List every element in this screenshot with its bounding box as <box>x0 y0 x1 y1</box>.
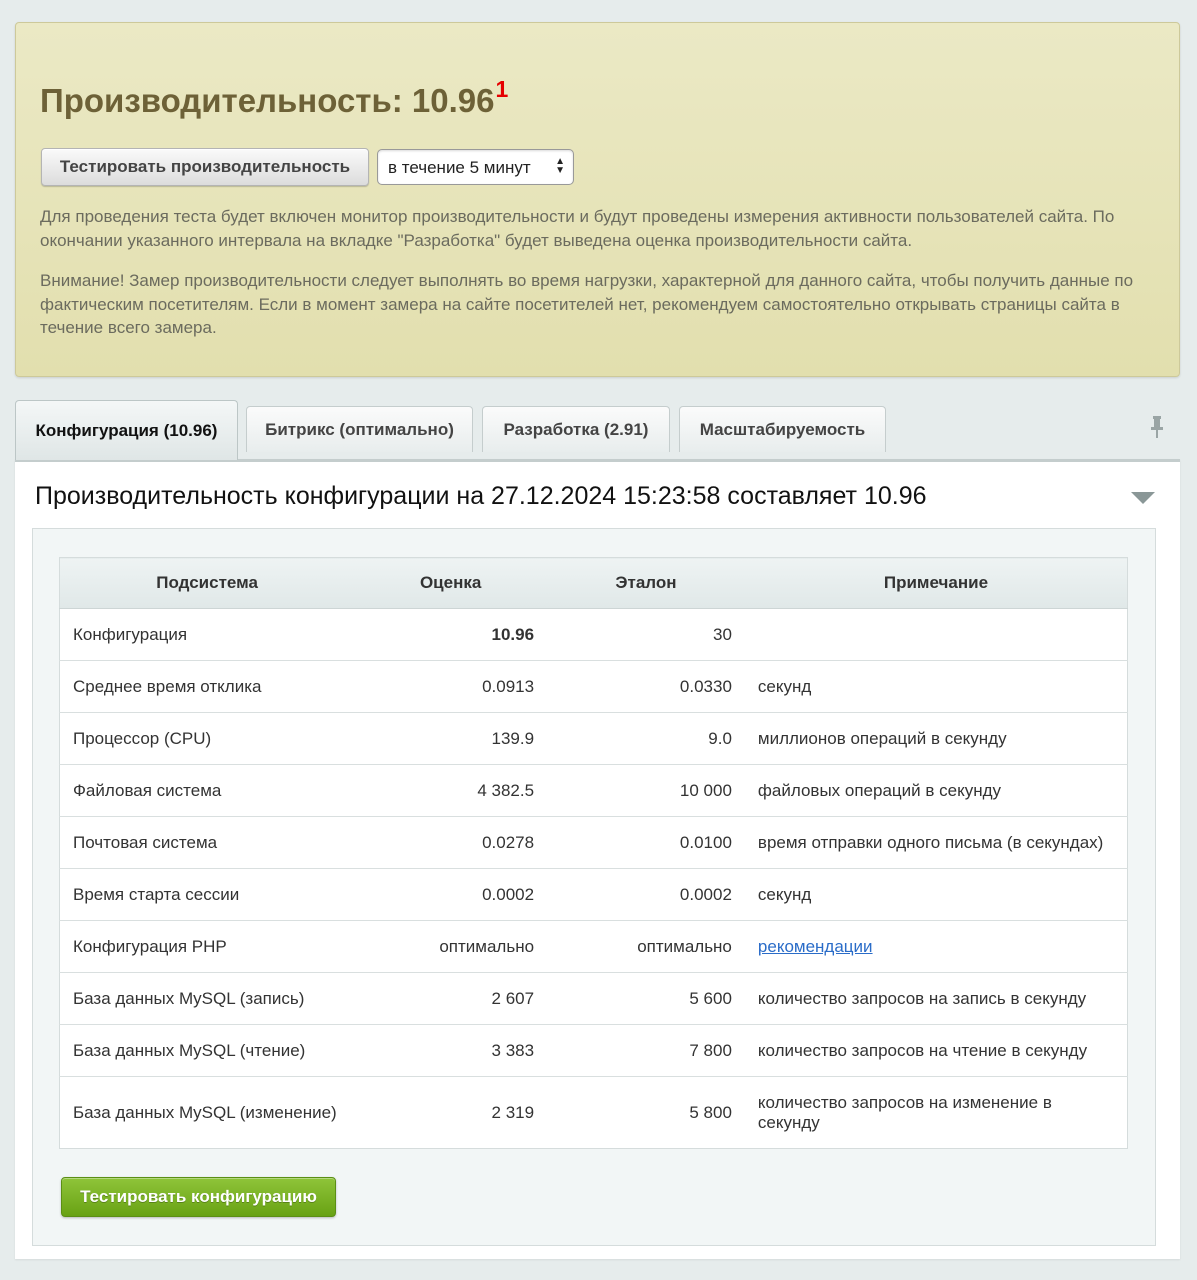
cell-subsystem: Конфигурация <box>59 608 355 661</box>
cell-score: 0.0913 <box>354 660 548 713</box>
tab-scalability[interactable]: Масштабируемость <box>679 406 886 452</box>
cell-subsystem: Почтовая система <box>59 816 355 869</box>
cell-subsystem: База данных MySQL (чтение) <box>59 1024 355 1077</box>
tab-bitrix[interactable]: Битрикс (оптимально) <box>246 406 473 452</box>
test-configuration-button[interactable]: Тестировать конфигурацию <box>61 1177 336 1217</box>
cell-score: 3 383 <box>354 1024 548 1077</box>
cell-score: 0.0002 <box>354 868 548 921</box>
chevron-down-icon[interactable] <box>1131 491 1155 509</box>
cell-note: количество запросов на запись в секунду <box>744 972 1128 1025</box>
performance-title-text: Производительность: 10.96 <box>40 82 495 119</box>
results-box: Подсистема Оценка Эталон Примечание Конф… <box>32 528 1156 1246</box>
cell-score: 0.0278 <box>354 816 548 869</box>
select-arrows-icon: ▲ ▼ <box>555 156 565 176</box>
content-panel: Производительность конфигурации на 27.12… <box>15 459 1180 1259</box>
cell-score: 2 607 <box>354 972 548 1025</box>
cell-note: количество запросов на изменение в секун… <box>757 1092 1052 1132</box>
cell-subsystem: Время старта сессии <box>59 868 355 921</box>
cell-subsystem: Файловая система <box>59 764 355 817</box>
table-row: База данных MySQL (запись) 2 607 5 600 к… <box>59 972 1128 1025</box>
cell-subsystem: Среднее время отклика <box>59 660 355 713</box>
cell-subsystem: База данных MySQL (запись) <box>59 972 355 1025</box>
cell-reference: 0.0002 <box>547 868 745 921</box>
cell-reference: 5 800 <box>689 1102 732 1122</box>
cell-reference: оптимально <box>547 920 745 973</box>
cell-subsystem: База данных MySQL (изменение) <box>73 1102 337 1122</box>
tab-development[interactable]: Разработка (2.91) <box>482 406 670 452</box>
cell-subsystem: Процессор (CPU) <box>59 712 355 765</box>
cell-note: файловых операций в секунду <box>744 764 1128 817</box>
cell-note: рекомендации <box>744 920 1128 973</box>
cell-score: 2 319 <box>491 1102 535 1122</box>
table-row: База данных MySQL (чтение) 3 383 7 800 к… <box>59 1024 1128 1077</box>
header-reference: Эталон <box>547 557 745 609</box>
header-note: Примечание <box>744 557 1128 609</box>
test-warning: Внимание! Замер производительности следу… <box>40 271 1134 337</box>
table-row: Время старта сессии 0.0002 0.0002 секунд <box>59 868 1128 921</box>
cell-reference: 5 600 <box>547 972 745 1025</box>
cell-note: количество запросов на чтение в секунду <box>744 1024 1128 1077</box>
cell-score: 10.96 <box>354 608 548 661</box>
cell-note: миллионов операций в секунду <box>744 712 1128 765</box>
table-row: База данных MySQL (изменение) 2 319 5 80… <box>60 1077 1128 1149</box>
performance-panel: Производительность: 10.961 Тестировать п… <box>15 22 1180 377</box>
cell-note: время отправки одного письма (в секундах… <box>744 816 1128 869</box>
cell-reference: 30 <box>547 608 745 661</box>
cell-score: оптимально <box>354 920 548 973</box>
table-row: Файловая система 4 382.5 10 000 файловых… <box>59 764 1128 817</box>
cell-reference: 9.0 <box>547 712 745 765</box>
table-row: Почтовая система 0.0278 0.0100 время отп… <box>59 816 1128 869</box>
cell-reference: 0.0100 <box>547 816 745 869</box>
recommendations-link[interactable]: рекомендации <box>758 937 873 956</box>
table-row: Конфигурация 10.96 30 <box>59 608 1128 661</box>
performance-title: Производительность: 10.961 <box>40 76 509 120</box>
tab-configuration[interactable]: Конфигурация (10.96) <box>15 400 238 460</box>
header-score: Оценка <box>354 557 548 609</box>
cell-note: секунд <box>744 868 1128 921</box>
cell-note: секунд <box>744 660 1128 713</box>
test-performance-button[interactable]: Тестировать производительность <box>41 148 369 186</box>
cell-score: 139.9 <box>354 712 548 765</box>
table-row: Процессор (CPU) 139.9 9.0 миллионов опер… <box>59 712 1128 765</box>
table-header-row: Подсистема Оценка Эталон Примечание <box>59 557 1128 609</box>
table-row: Среднее время отклика 0.0913 0.0330 секу… <box>59 660 1128 713</box>
cell-reference: 10 000 <box>547 764 745 817</box>
content-title: Производительность конфигурации на 27.12… <box>35 482 927 510</box>
duration-select[interactable]: в течение 5 минут ▲ ▼ <box>377 149 574 185</box>
cell-reference: 7 800 <box>547 1024 745 1077</box>
header-subsystem: Подсистема <box>59 557 355 609</box>
cell-note <box>744 608 1128 661</box>
cell-subsystem: Конфигурация PHP <box>59 920 355 973</box>
table-row: Конфигурация PHP оптимально оптимально р… <box>59 920 1128 973</box>
pin-icon[interactable] <box>1150 415 1164 444</box>
test-description: Для проведения теста будет включен монит… <box>40 207 1115 250</box>
duration-select-value: в течение 5 минут <box>388 158 531 177</box>
cell-score: 4 382.5 <box>354 764 548 817</box>
results-table: Подсистема Оценка Эталон Примечание Конф… <box>59 557 1128 1149</box>
cell-reference: 0.0330 <box>547 660 745 713</box>
footnote-marker: 1 <box>495 76 509 102</box>
